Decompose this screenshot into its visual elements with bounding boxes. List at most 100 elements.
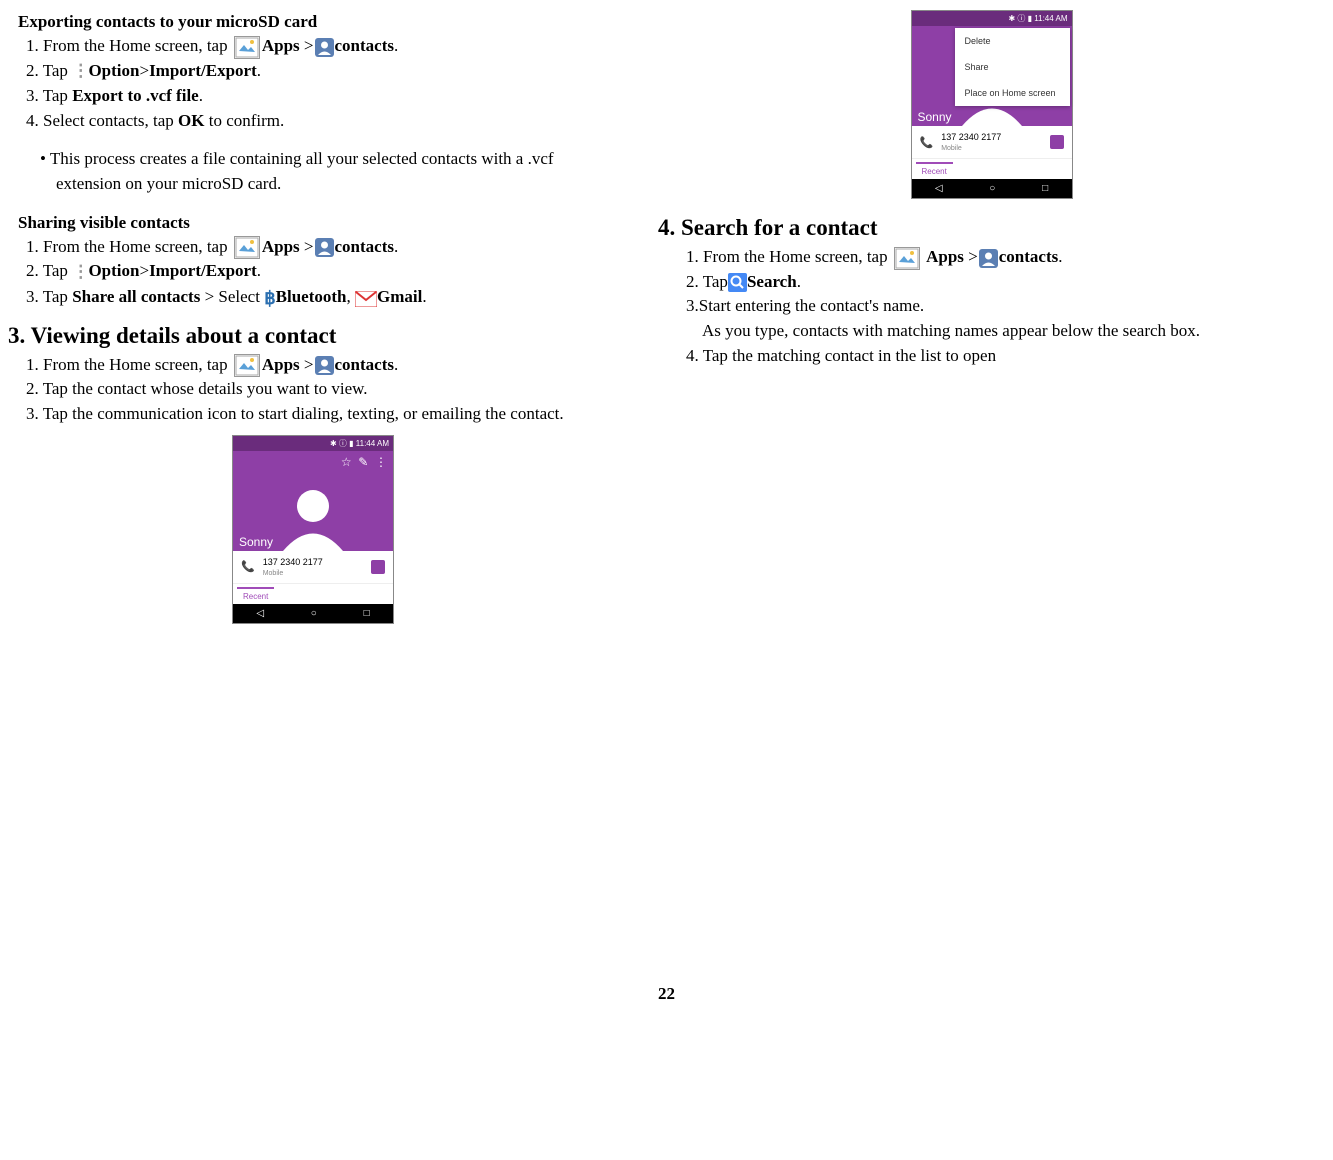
bluetooth-icon: ฿ (264, 288, 275, 308)
export-step-1: 1. From the Home screen, tap Apps > conta… (26, 34, 618, 59)
phone-contact-name: Sonny (918, 110, 952, 124)
text: 1. From the Home screen, tap (26, 36, 232, 55)
phone-number-label: Mobile (263, 570, 284, 577)
apps-label: Apps (262, 355, 300, 374)
nav-home-icon: ○ (311, 608, 317, 619)
phone-nav-bar: ◁ ○ □ (233, 604, 393, 623)
import-export-label: Import/Export (149, 61, 257, 80)
text: > Select (200, 287, 264, 306)
apps-icon (894, 247, 920, 270)
phone-number: 137 2340 2177 (941, 132, 1001, 142)
status-time: 11:44 AM (1034, 14, 1067, 23)
text: to confirm. (204, 111, 284, 130)
nav-home-icon: ○ (989, 183, 995, 194)
phone-contact-name: Sonny (239, 535, 273, 549)
page-number: 22 (8, 984, 1325, 1004)
apps-icon (234, 36, 260, 59)
share-step-2: 2. Tap ⋮ Option>Import/Export. (26, 259, 618, 284)
section-4-title: 4. Search for a contact (658, 215, 1325, 241)
option-label: Option (88, 61, 139, 80)
text: 3. Tap (26, 287, 72, 306)
text: 1. From the Home screen, tap (26, 237, 232, 256)
export-step-3: 3. Tap Export to .vcf file. (26, 84, 618, 109)
contacts-label: contacts (335, 355, 394, 374)
text: 1. From the Home screen, tap (686, 247, 892, 266)
ok-label: OK (178, 111, 204, 130)
phone-contact-header: ☆ ✎ ⋮ Sonny (233, 451, 393, 551)
apps-label: Apps (926, 247, 964, 266)
phone-status-bar: ✱ ⓘ ▮ 11:44 AM (233, 436, 393, 451)
search-step-4: 4. Tap the matching contact in the list … (686, 344, 1325, 369)
nav-recent-icon: □ (1042, 183, 1048, 194)
search-step-3: 3.Start entering the contact's name. (686, 294, 1325, 319)
contacts-icon (315, 356, 334, 375)
nav-back-icon: ◁ (935, 183, 943, 194)
menu-item-place-home: Place on Home screen (955, 80, 1070, 106)
contacts-label: contacts (999, 247, 1058, 266)
apps-icon (234, 354, 260, 377)
share-step-3: 3. Tap Share all contacts > Select ฿Blue… (26, 285, 618, 311)
text: > (300, 355, 314, 374)
export-step-4: 4. Select contacts, tap OK to confirm. (26, 109, 618, 134)
text: 3. Tap (26, 86, 72, 105)
gmail-icon (355, 290, 377, 306)
option-label: Option (88, 261, 139, 280)
phone-number-label: Mobile (941, 145, 962, 152)
menu-item-delete: Delete (955, 28, 1070, 54)
phone-contact-header: Delete Share Place on Home screen Sonny (912, 26, 1072, 126)
text: > (300, 36, 314, 55)
gmail-label: Gmail (377, 287, 422, 306)
contacts-icon (315, 38, 334, 57)
view-step-1: 1. From the Home screen, tap Apps > conta… (26, 353, 618, 378)
phone-screenshot-contact-detail: ✱ ⓘ ▮ 11:44 AM ☆ ✎ ⋮ Sonny 📞 137 2340 21… (232, 435, 394, 624)
import-export-label: Import/Export (149, 261, 257, 280)
text: 1. From the Home screen, tap (26, 355, 232, 374)
nav-back-icon: ◁ (256, 608, 264, 619)
contacts-label: contacts (335, 237, 394, 256)
text: 4. Select contacts, tap (26, 111, 178, 130)
phone-nav-bar: ◁ ○ □ (912, 179, 1072, 198)
apps-label: Apps (262, 237, 300, 256)
phone-screenshot-contact-menu: ✱ ⓘ ▮ 11:44 AM Delete Share Place on Hom… (911, 10, 1073, 199)
text: 2. Tap (26, 61, 72, 80)
search-label: Search (747, 272, 797, 291)
status-time: 11:44 AM (356, 439, 389, 448)
text: 2. Tap (26, 261, 72, 280)
search-step-2: 2. TapSearch. (686, 270, 1325, 295)
view-step-3: 3. Tap the communication icon to start d… (26, 402, 618, 427)
message-icon (1050, 135, 1064, 149)
export-vcf-label: Export to .vcf file (72, 86, 199, 105)
phone-recent-tab: Recent (916, 162, 953, 179)
contacts-label: contacts (335, 36, 394, 55)
option-icon: ⋮ (72, 59, 84, 84)
option-icon: ⋮ (72, 260, 84, 285)
phone-number: 137 2340 2177 (263, 557, 323, 567)
nav-recent-icon: □ (364, 608, 370, 619)
apps-label: Apps (262, 36, 300, 55)
phone-status-bar: ✱ ⓘ ▮ 11:44 AM (912, 11, 1072, 26)
text: > (139, 261, 149, 280)
text: > (139, 61, 149, 80)
share-step-1: 1. From the Home screen, tap Apps > conta… (26, 235, 618, 260)
bluetooth-label: Bluetooth (276, 287, 347, 306)
phone-number-row: 📞 137 2340 2177 Mobile (233, 551, 393, 584)
contacts-icon (979, 249, 998, 268)
menu-item-share: Share (955, 54, 1070, 80)
export-bullet: • This process creates a file containing… (40, 147, 618, 196)
export-heading: Exporting contacts to your microSD card (18, 12, 618, 32)
phone-recent-tab: Recent (237, 587, 274, 604)
search-step-1: 1. From the Home screen, tap Apps > conta… (686, 245, 1325, 270)
text: 2. Tap (686, 272, 728, 291)
search-icon (728, 273, 747, 292)
contacts-icon (315, 238, 334, 257)
phone-context-menu: Delete Share Place on Home screen (955, 28, 1070, 106)
view-step-2: 2. Tap the contact whose details you wan… (26, 377, 618, 402)
section-3-title: 3. Viewing details about a contact (8, 323, 618, 349)
phone-number-row: 📞 137 2340 2177 Mobile (912, 126, 1072, 159)
export-step-2: 2. Tap ⋮ Option>Import/Export. (26, 59, 618, 84)
apps-icon (234, 236, 260, 259)
search-step-3b: As you type, contacts with matching name… (702, 319, 1325, 344)
text: > (300, 237, 314, 256)
text: > (964, 247, 978, 266)
phone-call-icon: 📞 (241, 560, 255, 573)
